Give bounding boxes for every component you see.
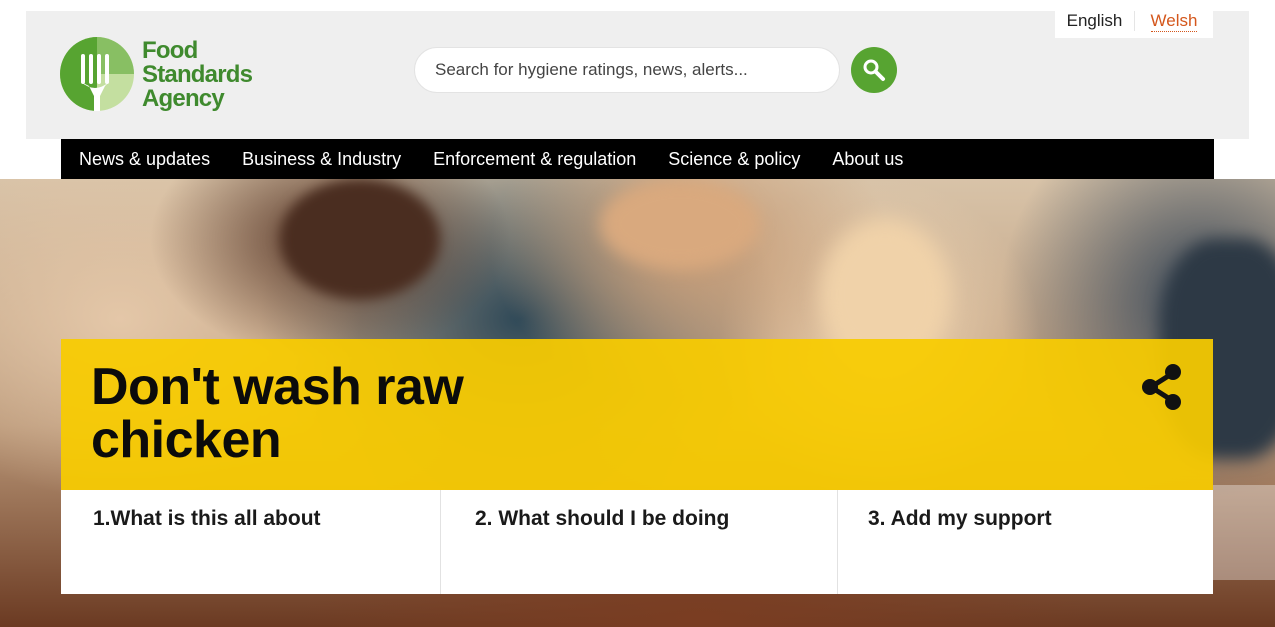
campaign-steps: 1.What is this all about 2. What should … — [61, 490, 1213, 594]
nav-item-business-industry[interactable]: Business & Industry — [242, 149, 401, 170]
step-what-is-this-about[interactable]: 1.What is this all about — [61, 490, 441, 594]
language-english-link[interactable]: English — [1055, 10, 1135, 31]
nav-item-news-updates[interactable]: News & updates — [79, 149, 210, 170]
logo-line-agency: Agency — [142, 85, 225, 112]
search-button[interactable] — [851, 47, 897, 93]
nav-item-science-policy[interactable]: Science & policy — [668, 149, 800, 170]
step-add-my-support[interactable]: 3. Add my support — [838, 490, 1213, 594]
logo-line-food: Food — [142, 37, 198, 64]
page: Food Standards Agency English Welsh News… — [0, 0, 1275, 627]
campaign-banner: Don't wash raw chicken — [61, 339, 1213, 490]
logo-wordmark: Food Standards Agency — [142, 37, 253, 112]
step-what-should-i-do[interactable]: 2. What should I be doing — [441, 490, 838, 594]
logo-line-standards: Standards — [142, 61, 253, 88]
hero-photo-shape — [280, 179, 440, 299]
search-icon — [863, 59, 885, 81]
hero-photo-shape — [600, 179, 760, 269]
language-switcher: English Welsh — [1055, 3, 1213, 38]
right-edge-fade — [1213, 485, 1275, 580]
language-welsh-label: Welsh — [1150, 10, 1198, 32]
share-button[interactable] — [1139, 361, 1187, 413]
main-navigation: News & updates Business & Industry Enfor… — [61, 139, 1214, 179]
share-icon — [1142, 364, 1181, 410]
search-input[interactable] — [414, 47, 840, 93]
nav-item-about-us[interactable]: About us — [832, 149, 903, 170]
fsa-logo[interactable]: Food Standards Agency — [60, 36, 260, 114]
campaign-title: Don't wash raw chicken — [91, 358, 464, 469]
fork-logo-icon — [60, 37, 134, 111]
language-welsh-link[interactable]: Welsh — [1135, 10, 1213, 32]
nav-item-enforcement-regulation[interactable]: Enforcement & regulation — [433, 149, 636, 170]
